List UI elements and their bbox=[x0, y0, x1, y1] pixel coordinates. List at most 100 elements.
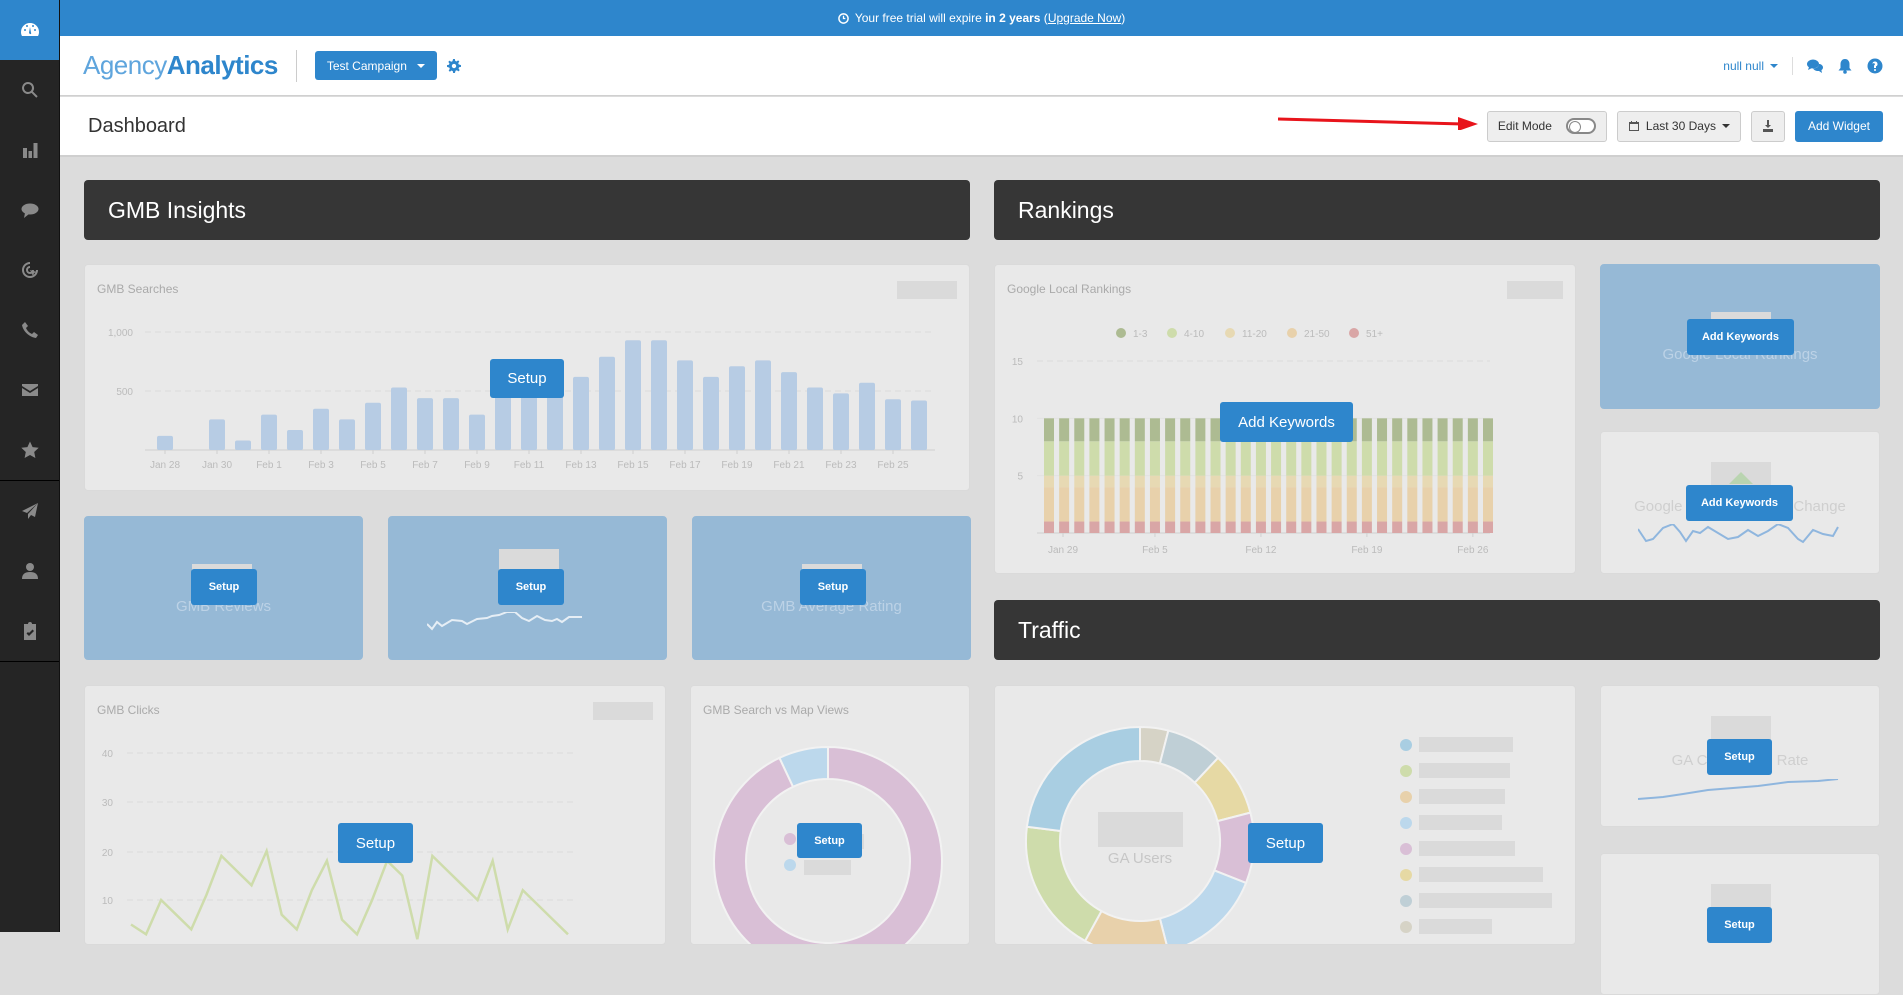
sidebar bbox=[0, 0, 60, 932]
legend-dot bbox=[1116, 328, 1126, 338]
bar-segment bbox=[1105, 476, 1115, 487]
bar-segment bbox=[1301, 441, 1311, 475]
bar-segment bbox=[1226, 487, 1236, 521]
bar-segment bbox=[1150, 418, 1160, 441]
page-title: Dashboard bbox=[88, 115, 186, 138]
sidebar-item-reports[interactable] bbox=[0, 120, 59, 180]
clipboard-check-icon bbox=[20, 621, 40, 641]
setup-button[interactable]: Setup bbox=[797, 823, 862, 858]
x-tick-label: Feb 17 bbox=[669, 460, 701, 471]
legend-dot bbox=[1400, 843, 1412, 855]
bar bbox=[391, 387, 407, 450]
bar-segment bbox=[1483, 487, 1493, 521]
setup-button[interactable]: Setup bbox=[490, 359, 564, 398]
bar-segment bbox=[1483, 441, 1493, 475]
bar-segment bbox=[1286, 522, 1296, 533]
bar-segment bbox=[1347, 476, 1357, 487]
bar-segment bbox=[1165, 476, 1175, 487]
logo[interactable]: AgencyAnalytics bbox=[83, 50, 278, 81]
bar-segment bbox=[1044, 522, 1054, 533]
campaign-selector[interactable]: Test Campaign bbox=[315, 51, 437, 80]
bar-segment bbox=[1332, 487, 1342, 521]
bar-segment bbox=[1422, 476, 1432, 487]
download-button[interactable] bbox=[1751, 111, 1785, 142]
setup-button[interactable]: Setup bbox=[1248, 823, 1323, 863]
bar-segment bbox=[1422, 487, 1432, 521]
sidebar-item-social[interactable] bbox=[0, 180, 59, 240]
x-tick-label: Feb 19 bbox=[721, 460, 753, 471]
bar bbox=[495, 393, 511, 450]
bar-segment bbox=[1407, 441, 1417, 475]
sidebar-item-email[interactable] bbox=[0, 360, 59, 420]
bar-segment bbox=[1332, 441, 1342, 475]
toggle-switch[interactable] bbox=[1566, 118, 1596, 134]
bar-segment bbox=[1332, 476, 1342, 487]
sidebar-item-ppc[interactable] bbox=[0, 240, 59, 300]
sidebar-item-reviews[interactable] bbox=[0, 420, 59, 480]
bar-segment bbox=[1165, 441, 1175, 475]
setup-button[interactable]: Setup bbox=[800, 569, 866, 605]
bar-segment bbox=[1301, 487, 1311, 521]
x-tick-label: Feb 3 bbox=[308, 460, 334, 471]
legend-placeholder bbox=[1419, 841, 1515, 856]
legend-placeholder bbox=[1419, 893, 1552, 908]
bar-segment bbox=[1120, 476, 1130, 487]
user-menu[interactable]: null null bbox=[1723, 59, 1778, 73]
bell-icon[interactable] bbox=[1837, 58, 1853, 74]
bar-segment bbox=[1438, 476, 1448, 487]
bar bbox=[365, 403, 381, 450]
bar-segment bbox=[1286, 487, 1296, 521]
sidebar-item-dashboard[interactable] bbox=[0, 0, 59, 60]
sidebar-item-calls[interactable] bbox=[0, 300, 59, 360]
search-icon bbox=[20, 80, 40, 100]
sidebar-item-send[interactable] bbox=[0, 481, 59, 541]
bar-segment bbox=[1316, 476, 1326, 487]
bar-segment bbox=[1180, 522, 1190, 533]
setup-button[interactable]: Setup bbox=[191, 569, 257, 605]
sidebar-item-users[interactable] bbox=[0, 541, 59, 601]
date-range-selector[interactable]: Last 30 Days bbox=[1617, 111, 1741, 142]
setup-button[interactable]: Setup bbox=[1707, 907, 1772, 943]
bar-segment bbox=[1165, 418, 1175, 441]
bar-segment bbox=[1256, 522, 1266, 533]
bar bbox=[807, 387, 823, 450]
chat-icon[interactable] bbox=[1807, 58, 1823, 74]
sidebar-divider bbox=[0, 661, 59, 662]
edit-mode-toggle[interactable]: Edit Mode bbox=[1487, 111, 1607, 142]
bar-segment bbox=[1074, 487, 1084, 521]
add-keywords-button[interactable]: Add Keywords bbox=[1686, 485, 1793, 521]
bar-segment bbox=[1392, 441, 1402, 475]
bar-segment bbox=[1422, 418, 1432, 441]
widget-gmb-search-vs-map: GMB Search vs Map Views Setup bbox=[690, 685, 970, 945]
bar-segment bbox=[1120, 522, 1130, 533]
user-name: null null bbox=[1723, 59, 1764, 73]
bar-segment bbox=[1074, 418, 1084, 441]
widget-gmb-trend: Setup bbox=[388, 516, 667, 660]
edit-mode-label: Edit Mode bbox=[1498, 119, 1552, 133]
bar-segment bbox=[1256, 441, 1266, 475]
bar-segment bbox=[1226, 522, 1236, 533]
setup-button[interactable]: Setup bbox=[498, 569, 564, 605]
x-tick-label: Feb 5 bbox=[360, 460, 386, 471]
bar-segment bbox=[1059, 441, 1069, 475]
legend-dot bbox=[1287, 328, 1297, 338]
sidebar-item-seo[interactable] bbox=[0, 60, 59, 120]
upgrade-now-link[interactable]: Upgrade Now bbox=[1048, 11, 1121, 25]
widget-ga-users: GA Users Setup bbox=[994, 685, 1576, 945]
setup-button[interactable]: Setup bbox=[1707, 739, 1772, 775]
chevron-down-icon bbox=[1770, 64, 1778, 68]
add-widget-button[interactable]: Add Widget bbox=[1795, 111, 1883, 142]
gear-icon[interactable] bbox=[447, 59, 461, 73]
page-header: Dashboard Edit Mode Last 30 Days Add Wid… bbox=[60, 97, 1903, 157]
bar-segment bbox=[1105, 487, 1115, 521]
setup-button[interactable]: Setup bbox=[338, 823, 413, 863]
bar bbox=[911, 400, 927, 450]
add-keywords-button[interactable]: Add Keywords bbox=[1220, 402, 1353, 442]
bar-segment bbox=[1453, 418, 1463, 441]
bar-segment bbox=[1332, 522, 1342, 533]
sidebar-item-tasks[interactable] bbox=[0, 601, 59, 661]
widget-google-local-rankings: Google Local Rankings 1-34-1011-2021-505… bbox=[994, 264, 1576, 574]
add-keywords-button[interactable]: Add Keywords bbox=[1687, 319, 1794, 355]
help-icon[interactable] bbox=[1867, 58, 1883, 74]
series-line bbox=[131, 851, 568, 939]
